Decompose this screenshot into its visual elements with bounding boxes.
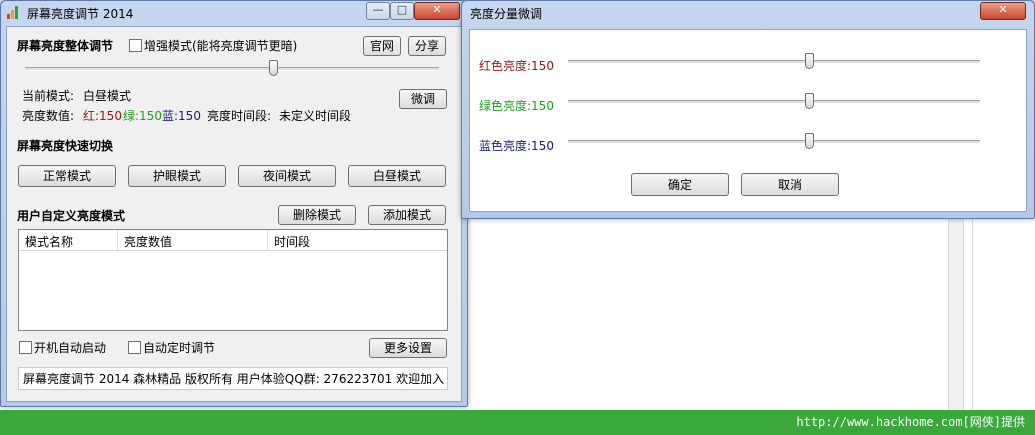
enhanced-mode-label: 增强模式(能将亮度调节更暗) bbox=[144, 39, 298, 53]
red-brightness-label: 红色亮度:150 bbox=[479, 57, 554, 74]
brightness-value-label: 亮度数值: bbox=[22, 109, 75, 123]
main-window: 屏幕亮度调节 2014 — □ ✕ 屏幕亮度整体调节 增强模式(能将亮度调节更暗… bbox=[0, 0, 468, 407]
footer-bar: http://www.hackhome.com[网侠]提供 bbox=[0, 410, 1035, 435]
red-slider-thumb[interactable] bbox=[805, 53, 814, 69]
close-button[interactable]: ✕ bbox=[414, 2, 460, 20]
period-label: 亮度时间段: bbox=[207, 109, 272, 123]
ok-button[interactable]: 确定 bbox=[631, 173, 729, 196]
main-client-area: 屏幕亮度整体调节 增强模式(能将亮度调节更暗) 官网 分享 当前模式: 白昼模式… bbox=[6, 26, 462, 402]
current-mode-label: 当前模式: bbox=[22, 89, 75, 103]
blue-brightness-value: 150 bbox=[531, 139, 554, 153]
section-custom-title: 用户自定义亮度模式 bbox=[17, 209, 126, 223]
column-header-brightness[interactable]: 亮度数值 bbox=[124, 233, 172, 250]
dialog-close-button[interactable]: ✕ bbox=[980, 2, 1026, 20]
maximize-icon: □ bbox=[396, 3, 408, 16]
current-mode-value: 白昼模式 bbox=[83, 89, 132, 103]
dialog-titlebar[interactable]: 亮度分量微调 ✕ bbox=[462, 1, 1034, 23]
more-settings-button[interactable]: 更多设置 bbox=[369, 338, 447, 358]
maximize-button[interactable]: □ bbox=[390, 2, 414, 20]
blue-slider-track[interactable] bbox=[568, 140, 980, 144]
minimize-button[interactable]: — bbox=[366, 2, 390, 20]
add-mode-button[interactable]: 添加模式 bbox=[368, 205, 446, 225]
column-header-mode-name[interactable]: 模式名称 bbox=[25, 233, 73, 250]
auto-timing-label: 自动定时调节 bbox=[143, 341, 216, 355]
red-slider-track[interactable] bbox=[568, 60, 980, 64]
minimize-icon: — bbox=[372, 3, 384, 16]
column-separator[interactable] bbox=[117, 230, 118, 250]
status-bar: 屏幕亮度调节 2014 森林精品 版权所有 用户体验QQ群: 276223701… bbox=[18, 367, 448, 390]
auto-timing-checkbox[interactable] bbox=[128, 341, 141, 354]
red-brightness-value: 150 bbox=[531, 59, 554, 73]
green-value-text: 绿:150 bbox=[123, 109, 162, 123]
dialog-client-area: 红色亮度:150 绿色亮度:150 蓝色亮度:150 确定 取消 bbox=[469, 29, 1027, 212]
close-icon: ✕ bbox=[998, 3, 1008, 16]
green-brightness-label: 绿色亮度:150 bbox=[479, 97, 554, 114]
column-separator[interactable] bbox=[267, 230, 268, 250]
main-window-title: 屏幕亮度调节 2014 bbox=[27, 7, 134, 21]
list-header: 模式名称 亮度数值 时间段 bbox=[19, 230, 447, 251]
close-icon: ✕ bbox=[432, 3, 442, 16]
daylight-mode-button[interactable]: 白昼模式 bbox=[348, 165, 446, 187]
autostart-label: 开机自动启动 bbox=[34, 341, 107, 355]
status-text: 屏幕亮度调节 2014 森林精品 版权所有 用户体验QQ群: 276223701… bbox=[23, 372, 445, 386]
custom-modes-list[interactable]: 模式名称 亮度数值 时间段 bbox=[18, 229, 448, 331]
green-slider-thumb[interactable] bbox=[805, 93, 814, 109]
red-value-text: 红:150 bbox=[83, 109, 122, 123]
background-divider bbox=[972, 215, 973, 410]
period-value: 未定义时间段 bbox=[279, 109, 352, 123]
blue-slider-thumb[interactable] bbox=[805, 133, 814, 149]
column-header-period[interactable]: 时间段 bbox=[274, 233, 310, 250]
official-site-button[interactable]: 官网 bbox=[363, 36, 401, 56]
red-label-text: 红色亮度: bbox=[479, 59, 532, 73]
section-quick-title: 屏幕亮度快速切换 bbox=[17, 139, 114, 153]
blue-label-text: 蓝色亮度: bbox=[479, 139, 532, 153]
overall-brightness-slider-thumb[interactable] bbox=[269, 60, 279, 76]
share-button[interactable]: 分享 bbox=[408, 36, 446, 56]
fine-tune-dialog: 亮度分量微调 ✕ 红色亮度:150 绿色亮度:150 蓝色亮度:150 确定 取… bbox=[461, 0, 1035, 219]
footer-text: http://www.hackhome.com[网侠]提供 bbox=[796, 415, 1025, 429]
eye-care-mode-button[interactable]: 护眼模式 bbox=[128, 165, 226, 187]
autostart-checkbox[interactable] bbox=[19, 341, 32, 354]
main-titlebar[interactable]: 屏幕亮度调节 2014 — □ ✕ bbox=[1, 1, 467, 23]
blue-brightness-label: 蓝色亮度:150 bbox=[479, 137, 554, 154]
background-scrollbar[interactable] bbox=[948, 215, 964, 410]
green-slider-track[interactable] bbox=[568, 100, 980, 104]
fine-tune-button[interactable]: 微调 bbox=[399, 89, 447, 109]
night-mode-button[interactable]: 夜间模式 bbox=[238, 165, 336, 187]
blue-value-text: 蓝:150 bbox=[162, 109, 201, 123]
green-brightness-value: 150 bbox=[531, 99, 554, 113]
overall-brightness-track[interactable] bbox=[25, 67, 439, 71]
cancel-button[interactable]: 取消 bbox=[741, 173, 839, 196]
enhanced-mode-checkbox[interactable] bbox=[129, 39, 142, 52]
app-icon bbox=[7, 5, 21, 19]
normal-mode-button[interactable]: 正常模式 bbox=[18, 165, 116, 187]
green-label-text: 绿色亮度: bbox=[479, 99, 532, 113]
delete-mode-button[interactable]: 删除模式 bbox=[278, 205, 356, 225]
dialog-title: 亮度分量微调 bbox=[470, 7, 543, 21]
section-overall-title: 屏幕亮度整体调节 bbox=[17, 39, 114, 53]
